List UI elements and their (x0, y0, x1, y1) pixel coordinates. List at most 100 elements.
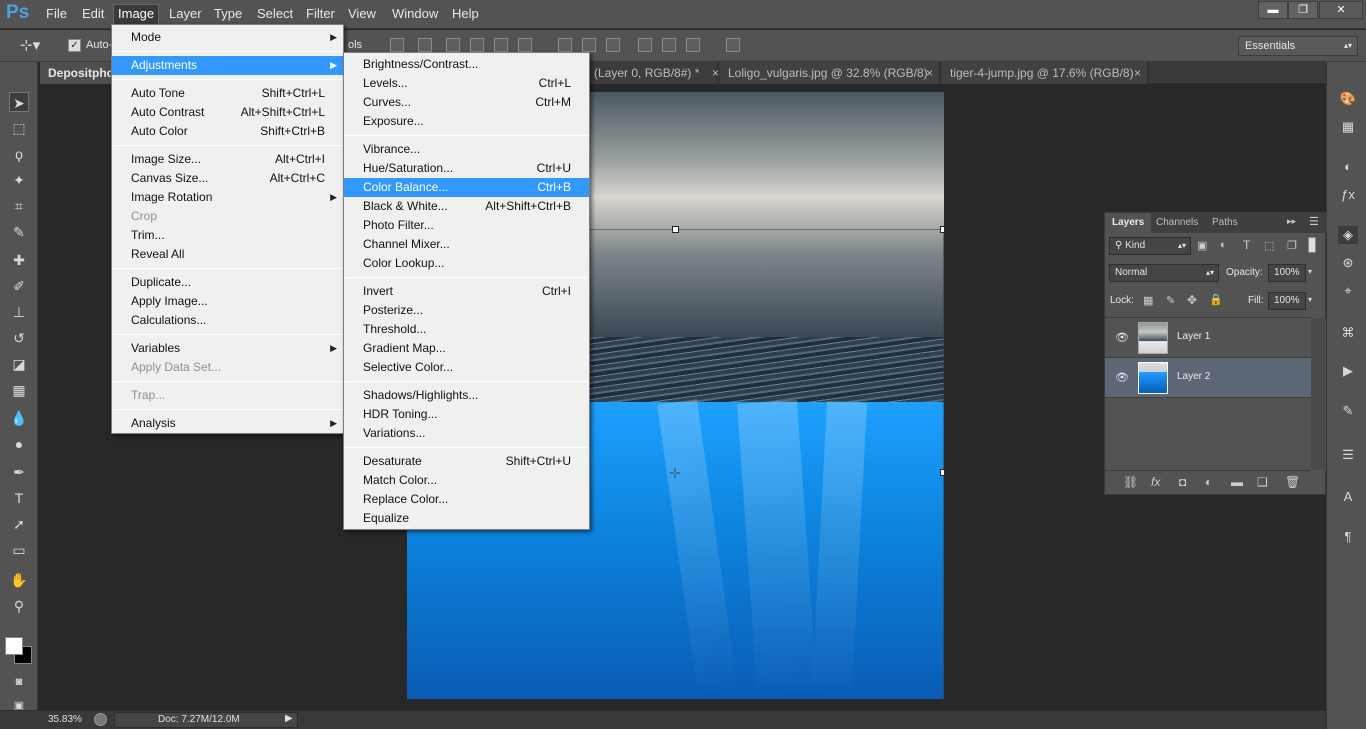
paths-icon[interactable]: ⌖ (1338, 282, 1358, 300)
align-top-icon[interactable] (390, 38, 404, 52)
layers-icon[interactable]: ◈ (1338, 226, 1358, 244)
menu-filter[interactable]: Filter (302, 7, 339, 25)
styles-icon[interactable]: ƒx (1338, 186, 1358, 204)
menu-layer[interactable]: Layer (165, 7, 206, 25)
menu-item-gradient-map[interactable]: Gradient Map... (344, 339, 589, 358)
tab-paths[interactable]: Paths (1205, 213, 1245, 233)
menu-item-exposure[interactable]: Exposure... (344, 112, 589, 131)
menu-item-shadows-highlights[interactable]: Shadows/Highlights... (344, 386, 589, 405)
gradient-icon[interactable]: ▦ (9, 380, 29, 400)
fill-field[interactable]: 100% (1268, 292, 1306, 310)
menu-item-color-lookup[interactable]: Color Lookup... (344, 254, 589, 273)
menu-edit[interactable]: Edit (78, 7, 108, 25)
distribute-right-icon[interactable] (686, 38, 700, 52)
path-selection-icon[interactable]: ➚ (9, 514, 29, 534)
menu-item-curves[interactable]: Curves... Ctrl+M (344, 93, 589, 112)
swatches-icon[interactable]: ▦ (1338, 118, 1358, 136)
menu-item-image-rotation[interactable]: Image Rotation ▶ (112, 188, 343, 207)
tab-tiger[interactable]: tiger-4-jump.jpg @ 17.6% (RGB/8) × (942, 62, 1148, 84)
menu-item-adjustments[interactable]: Adjustments ▶ (112, 56, 343, 75)
collapse-icon[interactable]: ▸▸ (1287, 216, 1296, 227)
menu-file[interactable]: File (42, 7, 71, 25)
tab-channels[interactable]: Channels (1149, 213, 1205, 233)
actions-icon[interactable]: ▶ (1338, 362, 1358, 380)
fill-dropdown-icon[interactable]: ▾ (1308, 295, 1312, 304)
transform-center-icon[interactable]: ✛ (669, 465, 681, 482)
type-icon[interactable]: T (9, 488, 29, 508)
filter-smart-object-icon[interactable]: ❐ (1287, 239, 1297, 252)
layer-row[interactable]: 👁 Layer 1 (1105, 318, 1311, 358)
auto-align-layers-icon[interactable] (726, 38, 740, 52)
character-icon[interactable]: A (1338, 488, 1358, 506)
lock-position-icon[interactable]: ✥ (1187, 293, 1197, 307)
color-palette-icon[interactable]: 🎨 (1338, 90, 1358, 108)
menu-item-desaturate[interactable]: Desaturate Shift+Ctrl+U (344, 452, 589, 471)
blend-mode-select[interactable]: Normal ▴▾ (1109, 264, 1219, 282)
distribute-horizontal-center-icon[interactable] (662, 38, 676, 52)
workspace-switcher[interactable]: Essentials ▴▾ (1238, 36, 1358, 56)
eyedropper-icon[interactable]: ✎ (9, 222, 29, 242)
close-icon[interactable]: × (1134, 62, 1141, 84)
minimize-button[interactable]: ▬ (1258, 1, 1288, 19)
visibility-eye-icon[interactable]: 👁 (1115, 331, 1129, 344)
menu-item-reveal-all[interactable]: Reveal All (112, 245, 343, 264)
layer-name[interactable]: Layer 1 (1177, 331, 1210, 342)
status-info-icon[interactable] (94, 713, 107, 726)
transform-handle[interactable] (940, 469, 944, 476)
menu-item-vibrance[interactable]: Vibrance... (344, 140, 589, 159)
lasso-icon[interactable]: ϙ (9, 144, 29, 164)
new-layer-icon[interactable]: ❏ (1257, 475, 1268, 489)
layers-scrollbar[interactable] (1311, 318, 1326, 470)
align-horizontal-center-icon[interactable] (494, 38, 508, 52)
menu-item-calculations[interactable]: Calculations... (112, 311, 343, 330)
menu-help[interactable]: Help (448, 7, 483, 25)
channels-icon[interactable]: ⊛ (1338, 254, 1358, 272)
menu-item-variations[interactable]: Variations... (344, 424, 589, 443)
menu-select[interactable]: Select (253, 7, 297, 25)
align-right-icon[interactable] (518, 38, 532, 52)
tab-layers[interactable]: Layers (1105, 213, 1152, 233)
healing-brush-icon[interactable]: ✚ (9, 250, 29, 270)
opacity-dropdown-icon[interactable]: ▾ (1308, 267, 1312, 276)
close-icon[interactable]: × (926, 62, 933, 84)
menu-item-threshold[interactable]: Threshold... (344, 320, 589, 339)
layer-style-icon[interactable]: fx (1151, 475, 1160, 489)
close-window-button[interactable]: ✕ (1319, 1, 1363, 19)
align-bottom-icon[interactable] (446, 38, 460, 52)
delete-layer-icon[interactable]: 🗑 (1285, 475, 1300, 489)
hand-icon[interactable]: ✋ (9, 570, 29, 590)
auto-select-checkbox[interactable]: ✓ (68, 39, 81, 52)
menu-item-analysis[interactable]: Analysis ▶ (112, 414, 343, 433)
dodge-icon[interactable]: ● (9, 434, 29, 454)
distribute-top-icon[interactable] (558, 38, 572, 52)
foreground-color-swatch[interactable] (5, 637, 23, 655)
crop-icon[interactable]: ⌗ (9, 196, 29, 216)
restore-button[interactable]: ❐ (1288, 1, 1318, 19)
eraser-icon[interactable]: ◪ (9, 354, 29, 374)
layer-name[interactable]: Layer 2 (1177, 371, 1210, 382)
lock-image-icon[interactable]: ✎ (1166, 294, 1175, 307)
clone-stamp-icon[interactable]: ⊥ (9, 302, 29, 322)
new-group-icon[interactable]: ▬ (1231, 475, 1243, 489)
menu-view[interactable]: View (344, 7, 380, 25)
menu-type[interactable]: Type (210, 7, 246, 25)
distribute-left-icon[interactable] (638, 38, 652, 52)
filter-toggle[interactable] (1308, 237, 1316, 253)
filter-adjustment-icon[interactable]: ◐ (1220, 239, 1227, 251)
align-left-icon[interactable] (470, 38, 484, 52)
close-icon[interactable]: × (712, 62, 719, 84)
tab-depositphotos[interactable]: Depositpho (40, 62, 120, 84)
filter-kind-select[interactable]: ⚲ Kind ▴▾ (1109, 237, 1191, 255)
history-icon[interactable]: ⌘ (1338, 324, 1358, 342)
menu-item-auto-contrast[interactable]: Auto Contrast Alt+Shift+Ctrl+L (112, 103, 343, 122)
transform-handle[interactable] (672, 226, 679, 233)
menu-item-apply-image[interactable]: Apply Image... (112, 292, 343, 311)
menu-item-hdr-toning[interactable]: HDR Toning... (344, 405, 589, 424)
magic-wand-icon[interactable]: ✦ (9, 170, 29, 190)
menu-item-invert[interactable]: Invert Ctrl+I (344, 282, 589, 301)
menu-item-selective-color[interactable]: Selective Color... (344, 358, 589, 377)
menu-item-posterize[interactable]: Posterize... (344, 301, 589, 320)
quick-mask-icon[interactable]: ◙ (9, 672, 29, 692)
move-tool-preset-icon[interactable]: ⊹▾ (20, 36, 40, 54)
layer-row-selected[interactable]: 👁 Layer 2 (1105, 358, 1311, 398)
